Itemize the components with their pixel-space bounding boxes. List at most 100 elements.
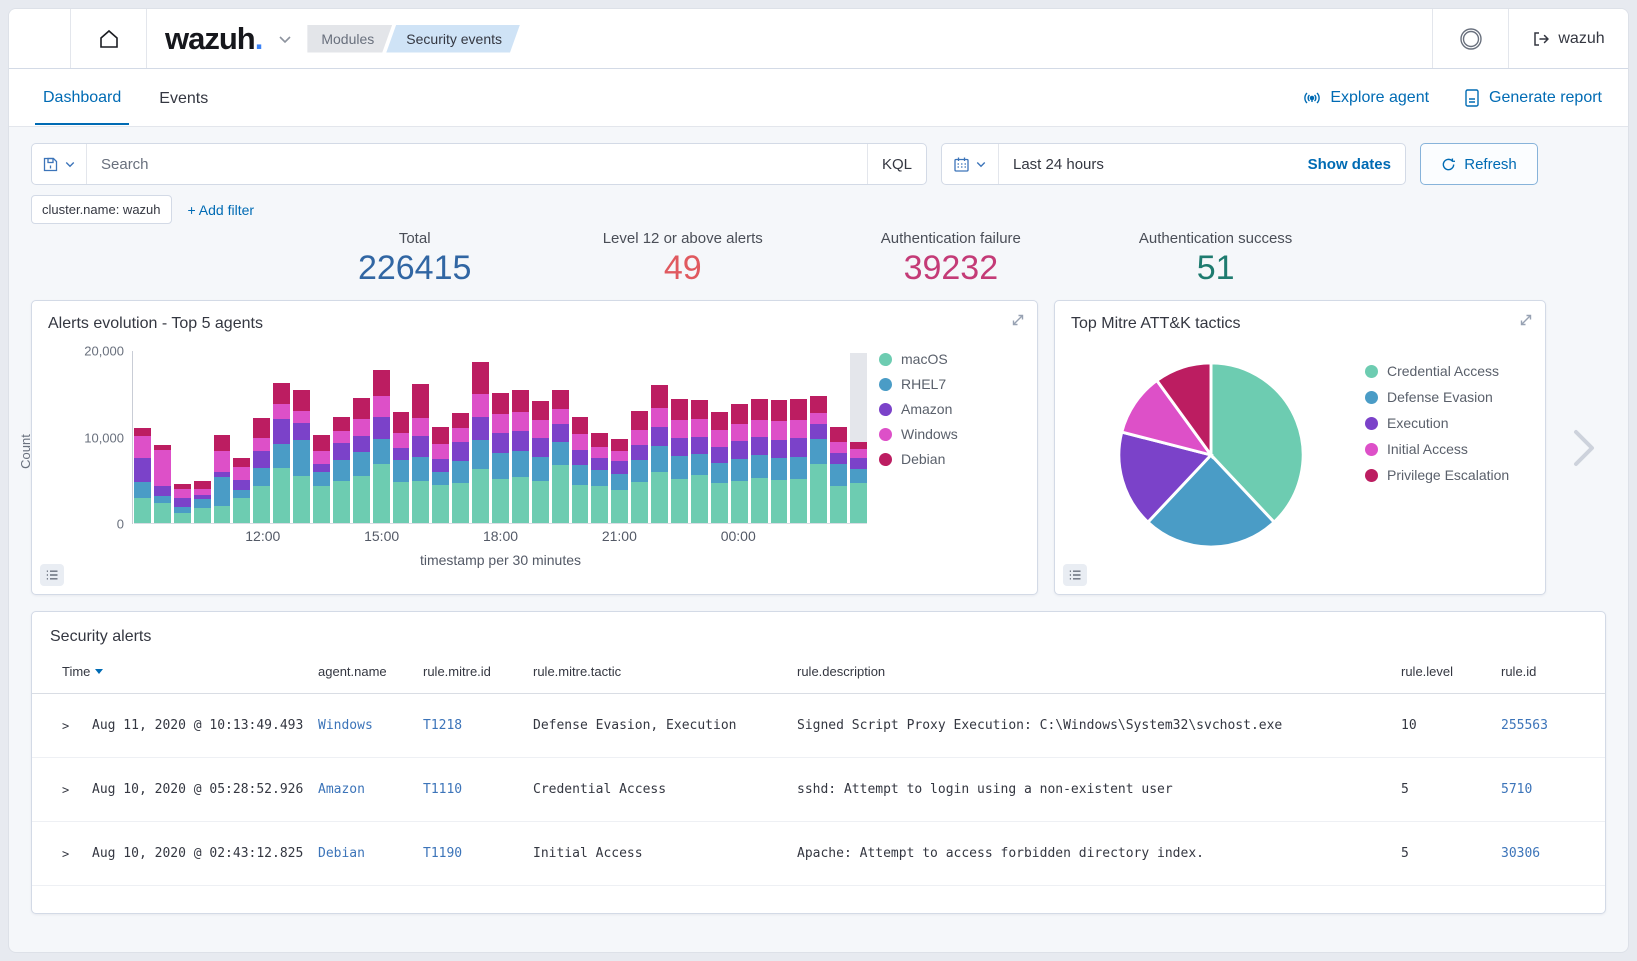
panel-list-icon-button[interactable] xyxy=(40,564,64,586)
bar-segment-amazon xyxy=(233,480,250,490)
legend-item-credential-access[interactable]: Credential Access xyxy=(1365,363,1525,379)
bar[interactable] xyxy=(751,353,768,523)
bar[interactable] xyxy=(313,353,330,523)
bar-segment-windows xyxy=(532,420,549,438)
row-expand-chevron[interactable]: > xyxy=(62,847,92,861)
expand-icon[interactable] xyxy=(1011,313,1025,327)
expand-icon[interactable] xyxy=(1519,313,1533,327)
bar[interactable] xyxy=(452,353,469,523)
legend-item-defense-evasion[interactable]: Defense Evasion xyxy=(1365,389,1525,405)
tab-dashboard[interactable]: Dashboard xyxy=(35,71,129,125)
breadcrumb-modules[interactable]: Modules xyxy=(307,25,392,53)
bar[interactable] xyxy=(810,353,827,523)
tab-events[interactable]: Events xyxy=(151,72,216,124)
bar-segment-amazon xyxy=(611,461,628,474)
bar[interactable] xyxy=(253,353,270,523)
time-range-value[interactable]: Last 24 hours xyxy=(999,156,1294,173)
refresh-button[interactable]: Refresh xyxy=(1420,143,1538,185)
menu-button[interactable] xyxy=(9,9,71,68)
user-menu[interactable]: wazuh xyxy=(1508,9,1628,68)
column-header-rule-mitre-tactic[interactable]: rule.mitre.tactic xyxy=(533,664,797,679)
bar[interactable] xyxy=(830,353,847,523)
cell-agent-name-link[interactable]: Debian xyxy=(318,846,423,861)
cell-mitre-id-link[interactable]: T1110 xyxy=(423,782,533,797)
next-panels-button[interactable] xyxy=(1562,300,1606,595)
bar[interactable] xyxy=(432,353,449,523)
show-dates-button[interactable]: Show dates xyxy=(1294,156,1405,173)
cell-agent-name-link[interactable]: Amazon xyxy=(318,782,423,797)
bar[interactable] xyxy=(134,353,151,523)
bar[interactable] xyxy=(214,353,231,523)
generate-report-button[interactable]: Generate report xyxy=(1463,88,1602,108)
bar[interactable] xyxy=(611,353,628,523)
search-input[interactable] xyxy=(87,156,867,173)
chevron-down-icon[interactable] xyxy=(277,31,293,47)
bar[interactable] xyxy=(333,353,350,523)
column-header-rule-id[interactable]: rule.id xyxy=(1501,664,1593,679)
bar[interactable] xyxy=(393,353,410,523)
cell-rule-id-link[interactable]: 255563 xyxy=(1501,718,1593,733)
bar[interactable] xyxy=(691,353,708,523)
bar[interactable] xyxy=(572,353,589,523)
bar[interactable] xyxy=(631,353,648,523)
filter-pill-cluster-name[interactable]: cluster.name: wazuh xyxy=(31,195,172,224)
home-button[interactable] xyxy=(71,9,147,68)
bar[interactable] xyxy=(711,353,728,523)
bar[interactable] xyxy=(731,353,748,523)
cell-mitre-id-link[interactable]: T1190 xyxy=(423,846,533,861)
bar[interactable] xyxy=(591,353,608,523)
bar[interactable] xyxy=(790,353,807,523)
legend-label: Debian xyxy=(901,451,945,467)
legend-item-rhel7[interactable]: RHEL7 xyxy=(879,376,1019,392)
legend-item-execution[interactable]: Execution xyxy=(1365,415,1525,431)
bar[interactable] xyxy=(273,353,290,523)
column-header-rule-description[interactable]: rule.description xyxy=(797,664,1401,679)
panel-list-icon-button[interactable] xyxy=(1063,564,1087,586)
bar[interactable] xyxy=(512,353,529,523)
home-icon xyxy=(97,27,121,51)
bar[interactable] xyxy=(532,353,549,523)
row-expand-chevron[interactable]: > xyxy=(62,719,92,733)
legend-item-macos[interactable]: macOS xyxy=(879,351,1019,367)
bar-segment-rhel7 xyxy=(353,452,370,476)
bar[interactable] xyxy=(353,353,370,523)
column-header-rule-level[interactable]: rule.level xyxy=(1401,664,1501,679)
bar[interactable] xyxy=(492,353,509,523)
bar[interactable] xyxy=(233,353,250,523)
explore-agent-button[interactable]: Explore agent xyxy=(1302,88,1429,108)
bar-segment-amazon xyxy=(452,442,469,461)
add-filter-button[interactable]: + Add filter xyxy=(188,202,255,218)
bar[interactable] xyxy=(373,353,390,523)
cell-rule-id-link[interactable]: 30306 xyxy=(1501,846,1593,861)
legend-item-privilege-escalation[interactable]: Privilege Escalation xyxy=(1365,467,1525,483)
saved-queries-button[interactable] xyxy=(32,144,87,184)
legend-item-debian[interactable]: Debian xyxy=(879,451,1019,467)
cell-rule-id-link[interactable]: 5710 xyxy=(1501,782,1593,797)
wazuh-logo[interactable]: wazuh. xyxy=(147,21,273,57)
cell-agent-name-link[interactable]: Windows xyxy=(318,718,423,733)
bar[interactable] xyxy=(771,353,788,523)
bar[interactable] xyxy=(850,353,867,523)
health-indicator-button[interactable] xyxy=(1432,9,1508,68)
column-header-rule-mitre-id[interactable]: rule.mitre.id xyxy=(423,664,533,679)
kql-button[interactable]: KQL xyxy=(867,144,926,184)
bar[interactable] xyxy=(412,353,429,523)
cell-mitre-id-link[interactable]: T1218 xyxy=(423,718,533,733)
column-header-agent-name[interactable]: agent.name xyxy=(318,664,423,679)
bar-segment-amazon xyxy=(671,438,688,456)
row-expand-chevron[interactable]: > xyxy=(62,783,92,797)
calendar-button[interactable] xyxy=(942,144,999,184)
bar[interactable] xyxy=(293,353,310,523)
legend-item-amazon[interactable]: Amazon xyxy=(879,401,1019,417)
bar[interactable] xyxy=(154,353,171,523)
bar[interactable] xyxy=(651,353,668,523)
bar[interactable] xyxy=(194,353,211,523)
bar[interactable] xyxy=(174,353,191,523)
legend-dot xyxy=(1365,365,1378,378)
bar[interactable] xyxy=(552,353,569,523)
column-header-time[interactable]: Time xyxy=(62,664,318,679)
bar[interactable] xyxy=(472,353,489,523)
legend-item-windows[interactable]: Windows xyxy=(879,426,1019,442)
bar[interactable] xyxy=(671,353,688,523)
legend-item-initial-access[interactable]: Initial Access xyxy=(1365,441,1525,457)
